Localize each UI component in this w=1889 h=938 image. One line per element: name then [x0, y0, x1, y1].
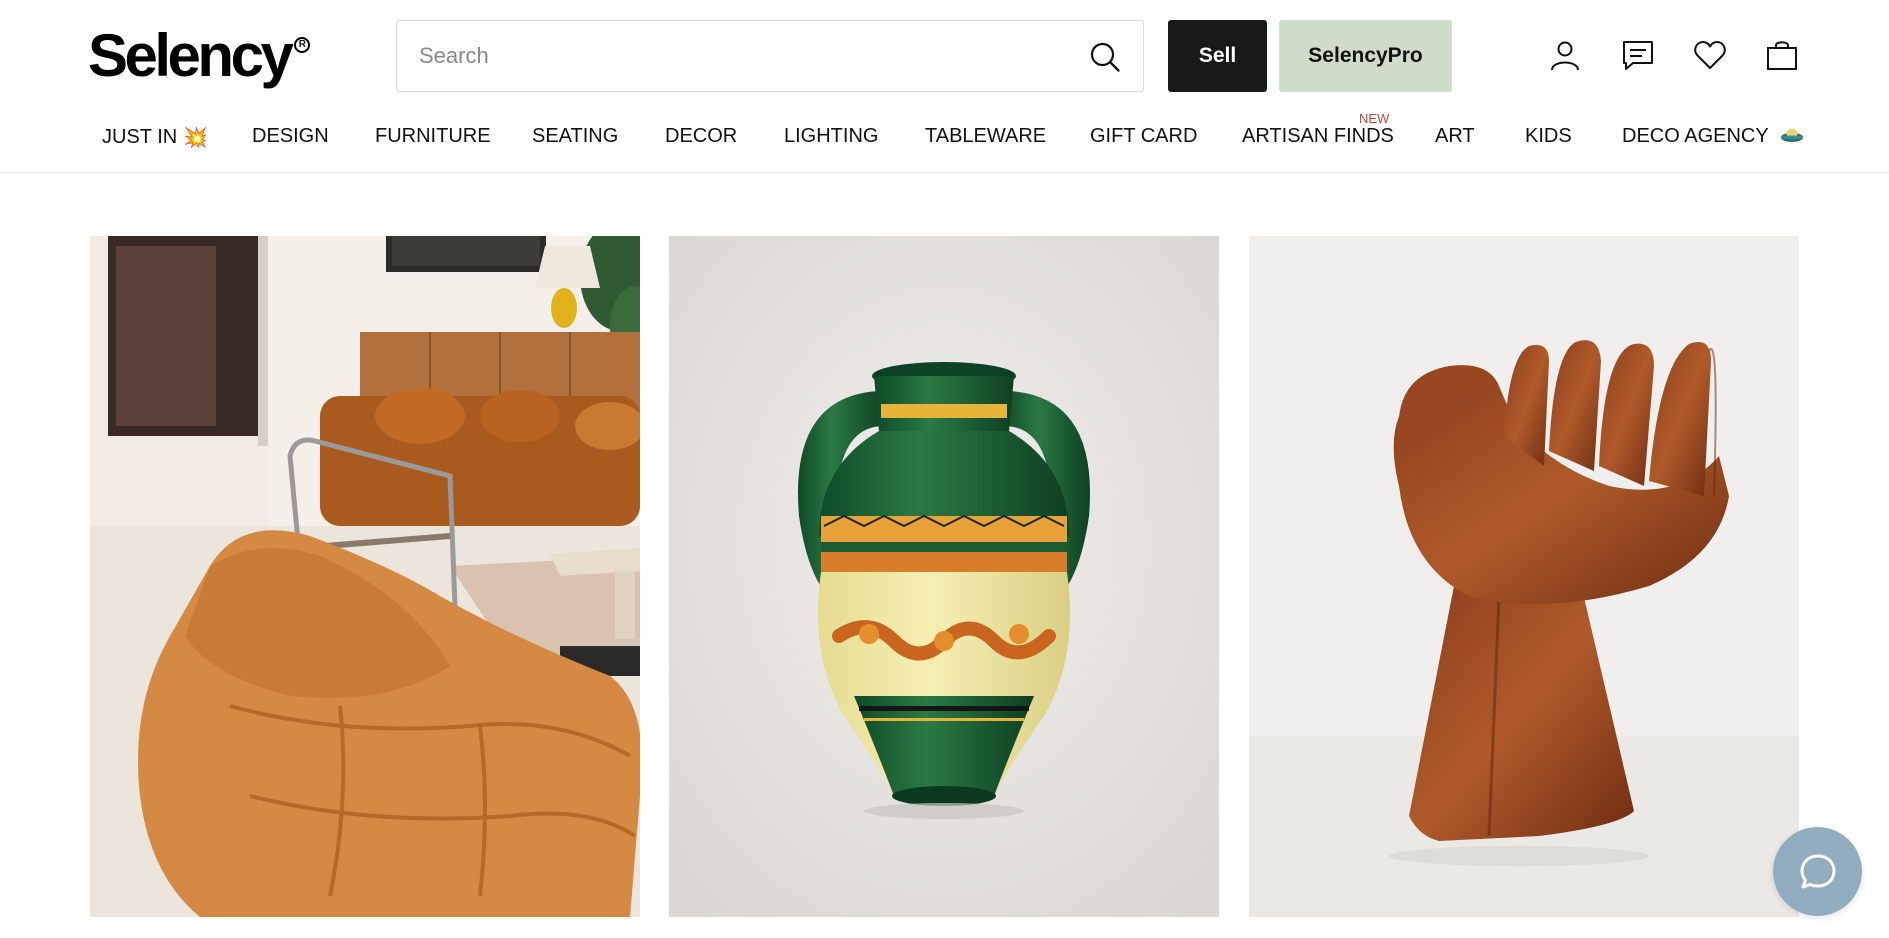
nav-art[interactable]: ART: [1435, 125, 1475, 148]
chat-support-button[interactable]: [1773, 827, 1862, 916]
nav-decor[interactable]: DECOR: [665, 125, 737, 148]
favorites-heart-icon[interactable]: [1693, 38, 1727, 72]
nav-lighting[interactable]: LIGHTING: [784, 125, 878, 148]
selency-logo[interactable]: Selency R: [88, 20, 311, 92]
nav-label: DECO AGENCY: [1622, 125, 1769, 147]
registered-mark: R: [294, 37, 311, 53]
logo-text: Selency: [88, 22, 294, 89]
nav-furniture[interactable]: FURNITURE: [375, 125, 491, 148]
search-input[interactable]: [419, 21, 1059, 91]
flying-saucer-icon: [1780, 125, 1804, 148]
product-tile-orange-lounge-chair[interactable]: [90, 236, 640, 917]
nav-design[interactable]: DESIGN: [252, 125, 329, 148]
selencypro-button[interactable]: SelencyPro: [1279, 20, 1452, 92]
nav-artisan-finds[interactable]: ARTISAN FINDS: [1242, 125, 1394, 148]
nav-gift-card[interactable]: GIFT CARD: [1090, 125, 1197, 148]
nav-just-in[interactable]: JUST IN 💥: [102, 125, 208, 150]
account-icon[interactable]: [1548, 38, 1582, 72]
product-tile-wooden-hand-chair[interactable]: [1249, 236, 1799, 917]
product-tile-green-amphora-vase[interactable]: [669, 236, 1219, 917]
search-bar: [396, 20, 1144, 92]
new-badge: NEW: [1359, 111, 1390, 126]
nav-kids[interactable]: KIDS: [1525, 125, 1572, 148]
search-icon[interactable]: [1089, 41, 1121, 73]
sell-button[interactable]: Sell: [1168, 20, 1267, 92]
nav-deco-agency[interactable]: DECO AGENCY: [1622, 125, 1804, 148]
green-vase-photo: [669, 236, 1219, 917]
chat-bubble-icon: [1800, 854, 1835, 888]
wooden-hand-photo: [1249, 236, 1799, 917]
shopping-bag-icon[interactable]: [1765, 38, 1799, 72]
nav-label: JUST IN: [102, 125, 178, 148]
nav-tableware[interactable]: TABLEWARE: [925, 125, 1046, 148]
messages-icon[interactable]: [1621, 38, 1655, 72]
nav-seating[interactable]: SEATING: [532, 125, 618, 148]
living-room-photo: [90, 236, 640, 917]
explosion-emoji-icon: 💥: [183, 127, 209, 149]
